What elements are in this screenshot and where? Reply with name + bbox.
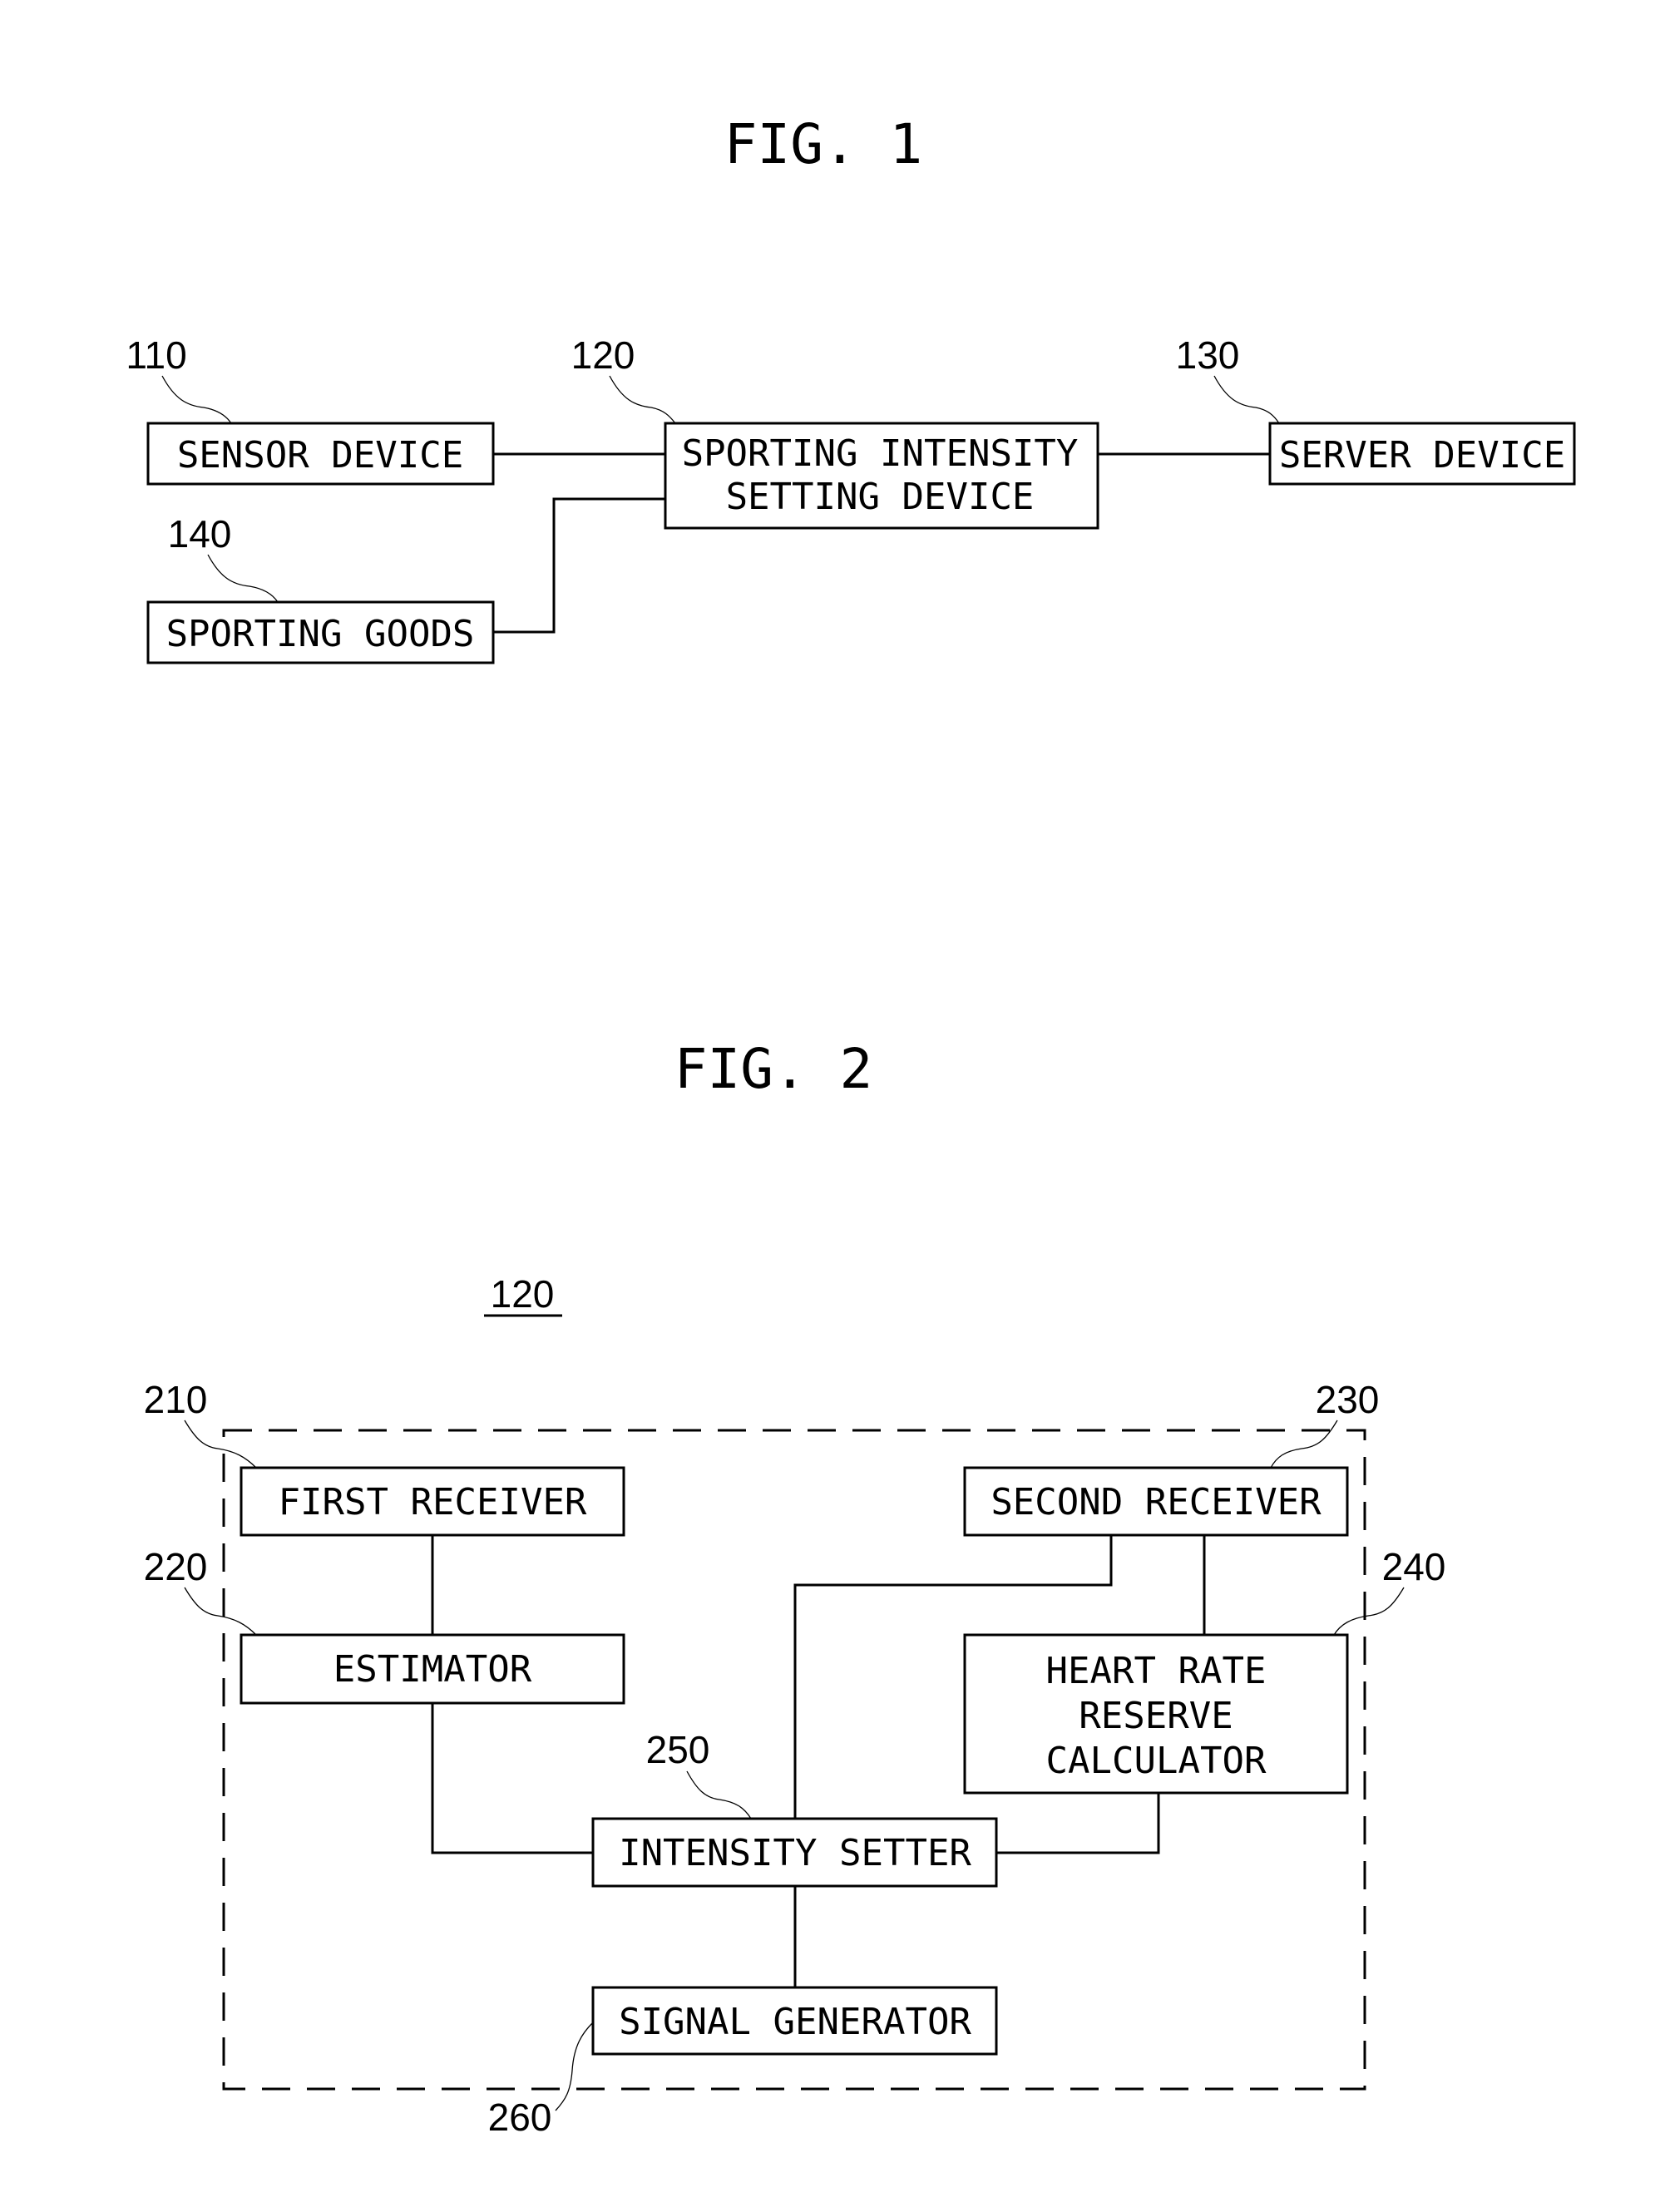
ref-250: 250 (646, 1728, 710, 1771)
patent-drawing-sheet: FIG. 1 SENSOR DEVICE 110 SPORTING INTENS… (126, 112, 1576, 2139)
sensor-device-label: SENSOR DEVICE (177, 434, 463, 476)
hrr-calculator-label-line3: CALCULATOR (1046, 1740, 1267, 1782)
hrr-calculator-label-line2: RESERVE (1079, 1695, 1233, 1737)
server-device-label: SERVER DEVICE (1279, 434, 1565, 476)
first-receiver-label: FIRST RECEIVER (279, 1481, 587, 1523)
leader-230 (1270, 1420, 1338, 1469)
ref-220: 220 (144, 1545, 208, 1588)
wire-goods-to-setting (493, 497, 665, 634)
setting-device-label-line2: SETTING DEVICE (726, 476, 1035, 518)
wire-hrr-to-intensity-setter (996, 1793, 1160, 1854)
hrr-calculator-label-line1: HEART RATE (1046, 1650, 1267, 1692)
ref-240: 240 (1382, 1545, 1446, 1588)
leader-210 (184, 1420, 257, 1469)
block-estimator: ESTIMATOR 220 (144, 1545, 625, 1705)
setting-device-label-line1: SPORTING INTENSITY (682, 432, 1079, 475)
sporting-goods-label: SPORTING GOODS (166, 613, 475, 655)
ref-230: 230 (1316, 1378, 1380, 1421)
estimator-label: ESTIMATOR (333, 1648, 532, 1691)
leader-250 (686, 1770, 752, 1819)
ref-120: 120 (571, 333, 635, 377)
signal-generator-label: SIGNAL GENERATOR (619, 2001, 971, 2043)
leader-140 (207, 554, 279, 603)
ref-110: 110 (126, 333, 186, 377)
block-sensor-device: SENSOR DEVICE 110 (126, 333, 495, 486)
fig2-title: FIG. 2 (674, 1037, 872, 1101)
block-second-receiver: SECOND RECEIVER 230 (963, 1378, 1380, 1537)
leader-220 (184, 1587, 257, 1636)
ref-210: 210 (144, 1378, 208, 1421)
block-sporting-goods: SPORTING GOODS 140 (146, 512, 495, 664)
block-signal-generator: SIGNAL GENERATOR 260 (488, 1986, 998, 2139)
block-server-device: SERVER DEVICE 130 (1176, 333, 1576, 486)
ref-130: 130 (1176, 333, 1240, 377)
wire-estimator-to-intensity-setter (431, 1703, 593, 1854)
leader-240 (1333, 1587, 1405, 1636)
container-ref-120: 120 (491, 1272, 555, 1316)
leader-260 (555, 2022, 594, 2111)
leader-110 (161, 375, 232, 424)
fig1-title: FIG. 1 (724, 112, 922, 176)
ref-260: 260 (488, 2096, 552, 2139)
block-first-receiver: FIRST RECEIVER 210 (144, 1378, 625, 1537)
intensity-setter-label: INTENSITY SETTER (619, 1832, 971, 1874)
leader-130 (1213, 375, 1280, 424)
second-receiver-label: SECOND RECEIVER (991, 1481, 1322, 1523)
leader-120 (609, 375, 676, 424)
ref-140: 140 (168, 512, 232, 555)
